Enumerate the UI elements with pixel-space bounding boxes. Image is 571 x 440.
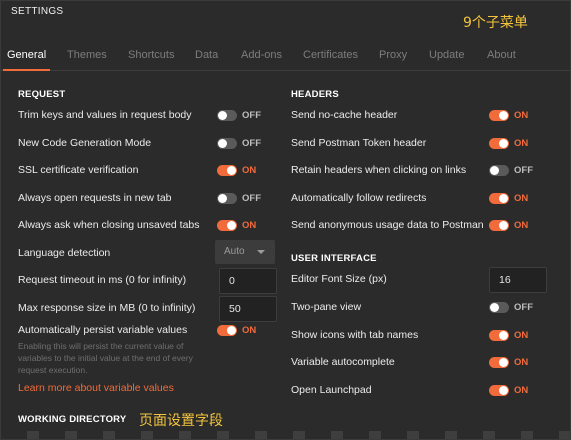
toggle-anon-usage[interactable]: ON [489, 219, 533, 233]
label-trim-keys: Trim keys and values in request body [18, 109, 192, 121]
title-bar: SETTINGS 9个子菜单 [1, 1, 570, 39]
toggle-persist-vars[interactable]: ON [217, 324, 261, 338]
label-language-detection: Language detection [18, 247, 111, 259]
toggle-knob [499, 194, 508, 203]
toggle-var-autocomplete[interactable]: ON [489, 356, 533, 370]
toggle-state-text: ON [514, 193, 529, 204]
select-value: Auto [224, 246, 245, 257]
language-detection-select[interactable]: Auto [215, 240, 275, 264]
label-two-pane: Two-pane view [291, 301, 362, 313]
section-headers: HEADERS [291, 89, 339, 100]
toggle-knob [499, 358, 508, 367]
toggle-knob [490, 303, 499, 312]
toggle-state-text: ON [242, 325, 257, 336]
toggle-ssl-verify[interactable]: ON [217, 164, 261, 178]
toggle-no-cache[interactable]: ON [489, 109, 533, 123]
tab-shortcuts[interactable]: Shortcuts [128, 39, 174, 70]
tab-general[interactable]: General [2, 39, 51, 71]
label-no-cache: Send no-cache header [291, 109, 398, 121]
toggle-knob [218, 139, 227, 148]
toggle-icons-tab-names[interactable]: ON [489, 329, 533, 343]
toggle-knob [490, 166, 499, 175]
toggle-state-text: ON [514, 220, 529, 231]
settings-tabs: General Themes Shortcuts Data Add-ons Ce… [1, 39, 570, 71]
font-size-input[interactable]: 16 [489, 267, 547, 293]
toggle-knob [499, 139, 508, 148]
label-ask-closing: Always ask when closing unsaved tabs [18, 219, 200, 231]
toggle-knob [227, 326, 236, 335]
label-new-codegen: New Code Generation Mode [18, 137, 152, 149]
timeout-input[interactable]: 0 [219, 268, 277, 294]
section-user-interface: USER INTERFACE [291, 253, 377, 264]
toggle-knob [227, 166, 236, 175]
label-var-autocomplete: Variable autocomplete [291, 356, 395, 368]
toggle-new-codegen[interactable]: OFF [217, 137, 261, 151]
toggle-knob [218, 111, 227, 120]
toggle-state-text: ON [514, 357, 529, 368]
toggle-state-text: OFF [242, 110, 261, 121]
label-postman-token: Send Postman Token header [291, 137, 427, 149]
label-follow-redirects: Automatically follow redirects [291, 192, 427, 204]
toggle-knob [499, 386, 508, 395]
toggle-trim-keys[interactable]: OFF [217, 109, 261, 123]
max-response-input[interactable]: 50 [219, 296, 277, 322]
toggle-knob [499, 111, 508, 120]
toggle-postman-token[interactable]: ON [489, 137, 533, 151]
input-value: 50 [229, 303, 241, 315]
toggle-open-launchpad[interactable]: ON [489, 384, 533, 398]
toggle-state-text: ON [514, 138, 529, 149]
cropped-content-strip [1, 431, 570, 439]
persist-vars-help-text: Enabling this will persist the current v… [18, 341, 193, 375]
label-timeout: Request timeout in ms (0 for infinity) [18, 274, 187, 286]
label-persist-vars: Automatically persist variable values [18, 324, 188, 336]
window-title: SETTINGS [11, 6, 64, 17]
section-working-directory: WORKING DIRECTORY [18, 414, 127, 425]
toggle-follow-redirects[interactable]: ON [489, 192, 533, 206]
tab-data[interactable]: Data [195, 39, 218, 70]
tab-update[interactable]: Update [429, 39, 464, 70]
toggle-state-text: ON [514, 110, 529, 121]
toggle-state-text: OFF [242, 138, 261, 149]
toggle-knob [499, 331, 508, 340]
toggle-state-text: ON [242, 220, 257, 231]
toggle-knob [218, 194, 227, 203]
label-max-response: Max response size in MB (0 to infinity) [18, 302, 196, 314]
label-ssl-verify: SSL certificate verification [18, 164, 139, 176]
toggle-knob [499, 221, 508, 230]
label-open-launchpad: Open Launchpad [291, 384, 372, 396]
label-retain-headers: Retain headers when clicking on links [291, 164, 467, 176]
toggle-state-text: ON [242, 165, 257, 176]
toggle-state-text: OFF [514, 302, 533, 313]
toggle-ask-closing[interactable]: ON [217, 219, 261, 233]
tab-add-ons[interactable]: Add-ons [241, 39, 282, 70]
tab-certificates[interactable]: Certificates [303, 39, 358, 70]
settings-window: SETTINGS 9个子菜单 General Themes Shortcuts … [0, 0, 571, 440]
input-value: 16 [499, 274, 511, 286]
label-open-new-tab: Always open requests in new tab [18, 192, 172, 204]
annotation-submenus: 9个子菜单 [463, 15, 528, 31]
input-value: 0 [229, 275, 235, 287]
toggle-state-text: OFF [242, 193, 261, 204]
label-icons-tab-names: Show icons with tab names [291, 329, 419, 341]
annotation-page-fields: 页面设置字段 [139, 413, 223, 429]
learn-more-link[interactable]: Learn more about variable values [18, 382, 174, 394]
toggle-retain-headers[interactable]: OFF [489, 164, 533, 178]
toggle-two-pane[interactable]: OFF [489, 301, 533, 315]
caret-down-icon [257, 250, 265, 254]
tab-themes[interactable]: Themes [67, 39, 107, 70]
toggle-state-text: ON [514, 330, 529, 341]
label-font-size: Editor Font Size (px) [291, 273, 387, 285]
tab-proxy[interactable]: Proxy [379, 39, 407, 70]
label-anon-usage: Send anonymous usage data to Postman [291, 219, 484, 231]
tab-about[interactable]: About [487, 39, 516, 70]
toggle-open-new-tab[interactable]: OFF [217, 192, 261, 206]
toggle-knob [227, 221, 236, 230]
section-request: REQUEST [18, 89, 66, 100]
toggle-state-text: ON [514, 385, 529, 396]
toggle-state-text: OFF [514, 165, 533, 176]
